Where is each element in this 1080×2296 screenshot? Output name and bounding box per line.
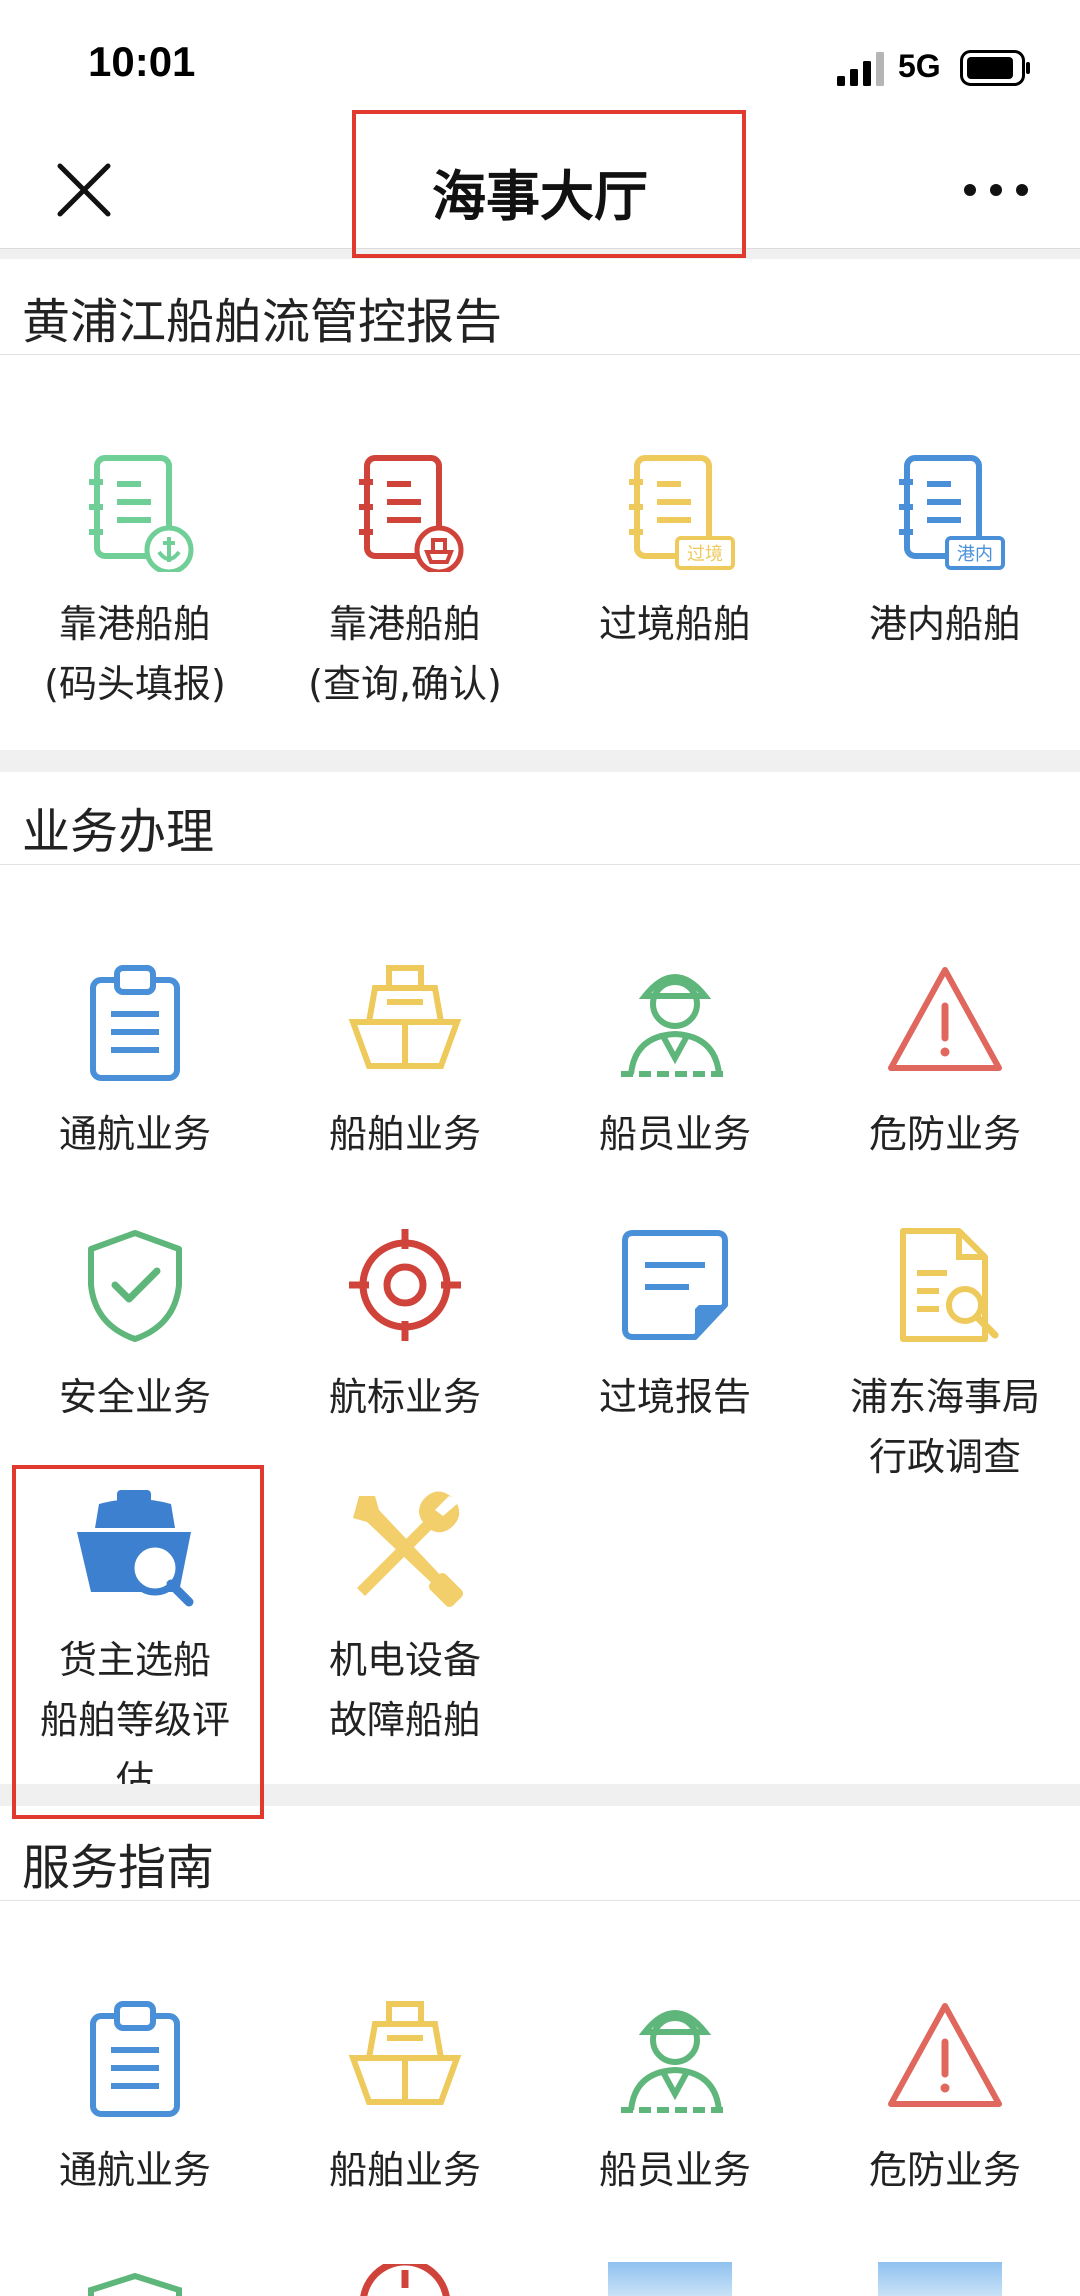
section-header: 黄浦江船舶流管控报告 (0, 272, 1080, 355)
section-title: 业务办理 (22, 804, 215, 860)
section-header: 业务办理 (0, 782, 1080, 865)
battery-icon (960, 50, 1030, 86)
document-search-icon (900, 1228, 999, 1342)
section-title: 服务指南 (22, 1840, 215, 1896)
title-highlight-box (352, 110, 746, 258)
section-header: 服务指南 (0, 1818, 1080, 1901)
tile-label: 船舶业务 (328, 1112, 481, 1156)
status-time: 10:01 (88, 38, 196, 85)
tile-label: 过境报告 (598, 1375, 751, 1419)
note-icon (622, 1230, 728, 1340)
section-title: 黄浦江船舶流管控报告 (22, 294, 503, 350)
more-options-icon[interactable] (960, 180, 1032, 200)
tile-label: 靠港船舶 (查询,确认) (308, 602, 502, 706)
ship-icon (348, 2001, 462, 2105)
tile-label: 安全业务 (58, 1375, 211, 1419)
tile-label: 过境船舶 (598, 602, 751, 646)
tile-label: 港内船舶 (868, 602, 1021, 646)
crew-icon (621, 974, 729, 1077)
shield-check-icon (88, 1230, 182, 1342)
tile-label: 通航业务 (58, 1112, 211, 1156)
tile-label: 浦东海事局 行政调查 (849, 1375, 1040, 1479)
in-port-ship-icon: 港内 (899, 455, 1005, 570)
section-divider (0, 750, 1080, 772)
ship-icon (348, 965, 462, 1069)
thumbnail-image (608, 2262, 732, 2296)
target-icon (360, 2264, 450, 2296)
warning-icon (888, 967, 1002, 1071)
tile-highlight-box (12, 1465, 264, 1819)
berthing-report-anchor-icon (89, 455, 194, 572)
tile-label: 航标业务 (328, 1375, 481, 1419)
berthing-query-ship-icon (359, 455, 464, 572)
tile-label: 机电设备 故障船舶 (328, 1638, 481, 1742)
clipboard-icon (90, 965, 180, 1081)
tile-label: 危防业务 (868, 2148, 1021, 2192)
wrench-screwdriver-icon (353, 1491, 464, 1608)
tile-label: 靠港船舶 (码头填报) (44, 602, 226, 706)
network-type: 5G (898, 48, 941, 84)
thumbnail-image (878, 2262, 1002, 2296)
clipboard-icon (90, 2001, 180, 2117)
tile-label: 船舶业务 (328, 2148, 481, 2192)
tile-label: 通航业务 (58, 2148, 211, 2192)
tile-badge: 过境 (687, 544, 723, 565)
tile-label: 危防业务 (868, 1112, 1021, 1156)
target-icon (349, 1229, 461, 1341)
shield-check-icon (88, 2272, 182, 2296)
transit-ship-icon: 过境 (629, 455, 735, 570)
crew-icon (621, 2010, 729, 2113)
tile-label: 船员业务 (598, 2148, 751, 2192)
warning-icon (888, 2003, 1002, 2107)
tile-badge: 港内 (957, 544, 993, 565)
tile-label: 船员业务 (598, 1112, 751, 1156)
signal-strength-icon (837, 52, 884, 86)
